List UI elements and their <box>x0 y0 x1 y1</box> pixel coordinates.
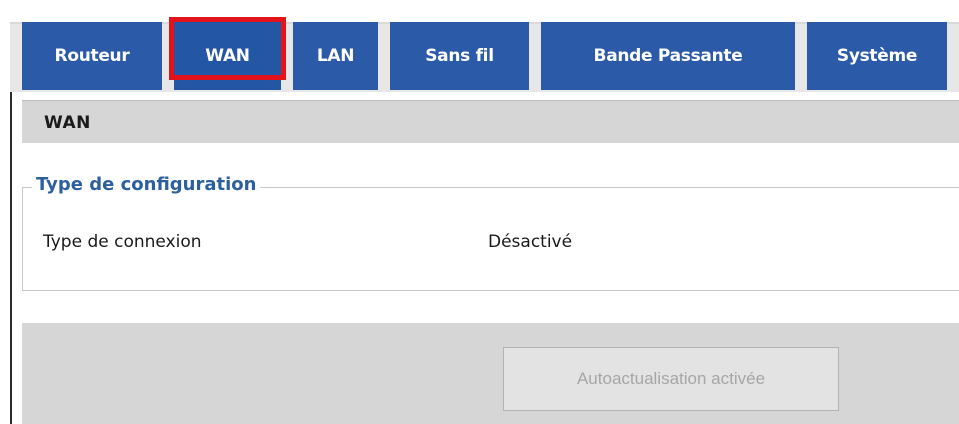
tab-lan[interactable]: LAN <box>293 22 378 90</box>
tab-label: Routeur <box>54 46 130 66</box>
section-header: WAN <box>22 100 959 143</box>
tab-routeur[interactable]: Routeur <box>22 22 162 90</box>
tab-systeme[interactable]: Système <box>807 22 947 90</box>
tab-label: Sans fil <box>425 46 494 66</box>
tab-label: LAN <box>316 46 355 66</box>
panel-left-border <box>10 92 12 424</box>
tab-label: Système <box>836 46 918 66</box>
tab-sans-fil[interactable]: Sans fil <box>390 22 529 90</box>
auto-refresh-button[interactable]: Autoactualisation activée <box>503 347 839 411</box>
config-legend: Type de configuration <box>32 174 261 195</box>
section-title: WAN <box>44 113 91 133</box>
tab-highlight-box <box>169 17 286 80</box>
tab-bande-passante[interactable]: Bande Passante <box>541 22 795 90</box>
tab-label: Bande Passante <box>593 46 743 66</box>
connection-type-label: Type de connexion <box>43 232 202 252</box>
top-strip <box>0 0 959 22</box>
connection-type-value: Désactivé <box>488 232 573 252</box>
